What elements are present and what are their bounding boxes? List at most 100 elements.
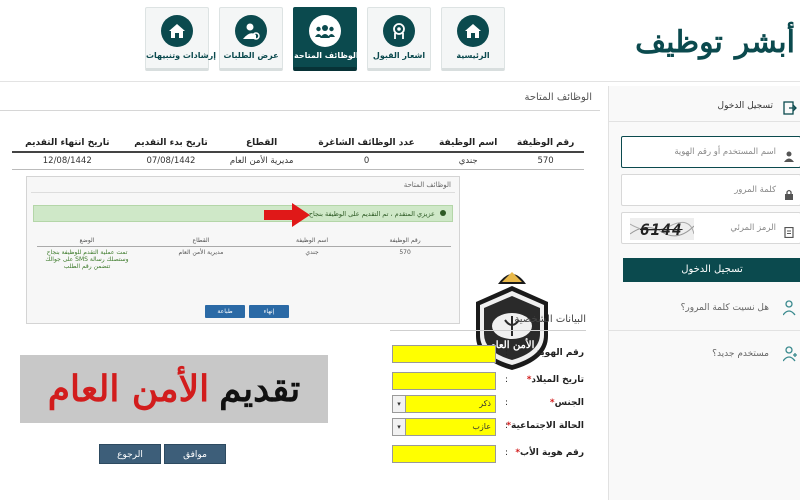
table-row[interactable]: 570 جندي 0 مديرية الأمن العام 07/08/1442… xyxy=(12,152,584,170)
column-header: القطاع xyxy=(219,135,304,153)
table-cell: 12/08/1442 xyxy=(12,152,123,170)
column-header: تاريخ انتهاء التقديم xyxy=(12,135,123,153)
chevron-down-icon: ▾ xyxy=(393,396,406,412)
birth-date-input[interactable] xyxy=(392,372,496,390)
new-user-link[interactable]: مستخدم جديد؟ xyxy=(609,336,800,372)
password-placeholder: كلمة المرور xyxy=(734,185,776,195)
login-header: تسجيل الدخول xyxy=(609,86,800,122)
gender-value: ذكر xyxy=(479,399,491,408)
column-header: عدد الوظائف الشاغرة xyxy=(303,135,430,153)
field-colon: : xyxy=(505,421,509,431)
nav-tab-home[interactable]: الرئيسية xyxy=(441,7,505,71)
personal-data-title: البيانات الشخصية xyxy=(514,314,586,325)
sidebar-divider xyxy=(609,330,800,331)
father-id-input[interactable] xyxy=(392,445,496,463)
new-user-text: مستخدم جديد؟ xyxy=(712,349,769,359)
table-cell: 570 xyxy=(507,152,584,170)
user-add-icon xyxy=(782,346,797,366)
banner-word-apply: تقديم xyxy=(219,368,301,410)
title-divider xyxy=(0,110,600,111)
inner-header-row: رقم الوظيفة اسم الوظيفة القطاع الوضع xyxy=(37,235,451,247)
check-icon xyxy=(440,210,446,216)
username-placeholder: اسم المستخدم أو رقم الهوية xyxy=(674,147,776,157)
top-header: أبشر توظيف الرئيسية اشعار القبول الوظائف… xyxy=(0,0,800,82)
nav-tab-view-requests[interactable]: عرض الطلبات xyxy=(219,7,283,71)
form-row-gender: الجنس* : ▾ ذكر xyxy=(380,395,590,413)
form-row-marital-status: الحالة الاجتماعية* : ▾ عازب xyxy=(380,418,590,436)
table-cell: جندي xyxy=(429,152,508,170)
form-row-birth-date: تاريخ الميلاد* : xyxy=(380,372,590,390)
column-header: رقم الوظيفة xyxy=(359,235,451,247)
banner-word-public-security: الأمن العام xyxy=(47,368,210,410)
page-title: الوظائف المتاحة xyxy=(524,92,592,103)
main-content: الوظائف المتاحة رقم الوظيفة اسم الوظيفة … xyxy=(0,86,600,500)
table-cell: 570 xyxy=(399,249,411,256)
password-input[interactable]: كلمة المرور xyxy=(621,174,800,206)
table-cell: جندي xyxy=(305,249,319,256)
column-header: القطاع xyxy=(137,235,265,247)
group-icon xyxy=(309,15,341,47)
lock-icon xyxy=(784,185,794,204)
table-row: 570 جندي مديرية الأمن العام تمت عملية ال… xyxy=(37,247,451,273)
nav-tab-label: عرض الطلبات xyxy=(223,51,279,60)
login-icon xyxy=(783,100,797,119)
finish-button: إنهاء xyxy=(249,305,289,318)
field-label: تاريخ الميلاد* xyxy=(526,375,584,385)
table-cell: مديرية الأمن العام xyxy=(178,249,224,256)
back-button[interactable]: الرجوع xyxy=(99,444,161,464)
home-icon xyxy=(161,15,193,47)
user-key-icon xyxy=(782,300,797,320)
field-label: الجنس* xyxy=(549,398,584,408)
absher-tawzeef-logo[interactable]: أبشر توظيف xyxy=(635,12,796,72)
column-header: اسم الوظيفة xyxy=(429,135,508,153)
print-button: طباعة xyxy=(205,305,245,318)
gender-select[interactable]: ▾ ذكر xyxy=(392,395,496,413)
field-colon: : xyxy=(505,375,509,385)
captcha-input[interactable]: الرمز المرئي 6144 xyxy=(621,212,800,244)
login-title: تسجيل الدخول xyxy=(717,101,773,111)
id-number-input[interactable] xyxy=(392,345,496,363)
nav-tab-label: الرئيسية xyxy=(456,51,490,60)
head-icon xyxy=(383,15,415,47)
chevron-down-icon: ▾ xyxy=(393,419,406,435)
field-label: رقم الهوية xyxy=(535,348,584,358)
nav-tab-acceptance-notice[interactable]: اشعار القبول xyxy=(367,7,431,71)
agree-button[interactable]: موافق xyxy=(164,444,226,464)
embedded-success-screenshot: الوظائف المتاحة عزيزي المتقدم ، تم التقد… xyxy=(26,176,460,324)
logo-part-tawzeef: توظيف xyxy=(635,24,724,60)
nav-tab-available-jobs[interactable]: الوظائف المتاحة xyxy=(293,7,359,71)
user-icon xyxy=(784,147,794,166)
nav-tab-guidelines[interactable]: إرشادات وتنبيهات xyxy=(145,7,216,71)
table-cell: مديرية الأمن العام xyxy=(219,152,304,170)
nav-tab-label: اشعار القبول xyxy=(372,51,426,60)
inner-divider xyxy=(31,192,455,193)
field-colon: : xyxy=(505,398,509,408)
success-text: عزيزي المتقدم ، تم التقديم على الوظيفة ب… xyxy=(308,210,435,218)
jobs-table: رقم الوظيفة اسم الوظيفة عدد الوظائف الشا… xyxy=(12,135,584,170)
table-cell: 0 xyxy=(303,152,430,170)
marital-status-value: عازب xyxy=(472,422,491,431)
nav-tab-label: الوظائف المتاحة xyxy=(294,51,359,60)
forgot-password-link[interactable]: هل نسيت كلمة المرور؟ xyxy=(609,290,800,326)
login-button[interactable]: تسجيل الدخول xyxy=(623,258,800,282)
form-divider xyxy=(390,330,586,331)
user-settings-icon xyxy=(235,15,267,47)
column-header: تاريخ بدء التقديم xyxy=(122,135,220,153)
red-arrow-icon xyxy=(264,203,310,227)
promo-banner: تقديم الأمن العام xyxy=(20,355,328,423)
success-message: عزيزي المتقدم ، تم التقديم على الوظيفة ب… xyxy=(33,205,453,222)
document-icon xyxy=(784,223,794,242)
username-input[interactable]: اسم المستخدم أو رقم الهوية xyxy=(621,136,800,168)
table-cell: 07/08/1442 xyxy=(122,152,220,170)
captcha-image: 6144 xyxy=(630,218,694,240)
inner-table: رقم الوظيفة اسم الوظيفة القطاع الوضع 570… xyxy=(37,235,451,272)
marital-status-select[interactable]: ▾ عازب xyxy=(392,418,496,436)
status-cell: تمت عملية التقدم للوظيفة بنجاح وستصلك رس… xyxy=(45,249,129,270)
captcha-placeholder: الرمز المرئي xyxy=(730,223,776,233)
inner-title: الوظائف المتاحة xyxy=(403,181,451,189)
column-header: الوضع xyxy=(37,235,137,247)
field-colon: : xyxy=(505,348,509,358)
column-header: اسم الوظيفة xyxy=(264,235,360,247)
form-row-id-number: رقم الهوية : xyxy=(380,345,590,363)
field-label: الحالة الاجتماعية* xyxy=(506,421,584,431)
